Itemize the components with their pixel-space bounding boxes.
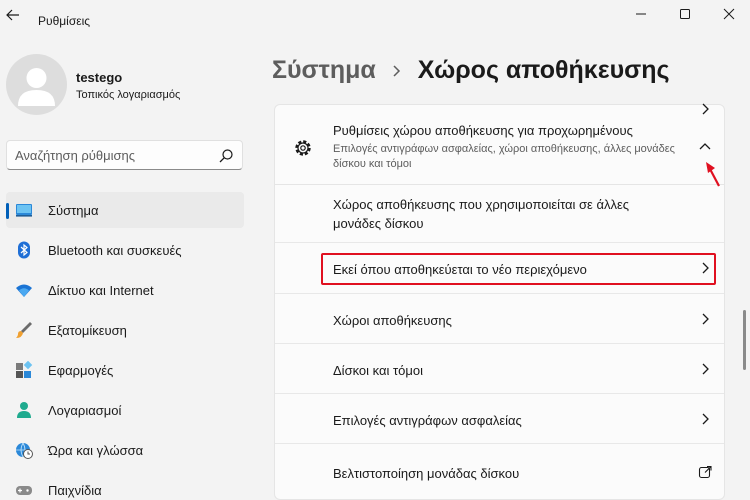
back-button[interactable] xyxy=(0,4,26,26)
close-icon xyxy=(723,8,735,20)
sidebar-item-personalization[interactable]: Εξατομίκευση xyxy=(6,312,244,348)
row-label: Εκεί όπου αποθηκεύεται το νέο περιεχόμεν… xyxy=(333,262,587,277)
sidebar-item-network[interactable]: Δίκτυο και Internet xyxy=(6,272,244,308)
sidebar-item-label: Εξατομίκευση xyxy=(48,323,127,338)
user-profile[interactable]: testego Τοπικός λογαριασμός xyxy=(0,50,260,120)
bluetooth-icon xyxy=(18,241,30,259)
open-external-icon xyxy=(698,465,712,479)
row-other-drives-storage[interactable]: Χώρος αποθήκευσης που χρησιμοποιείται σε… xyxy=(275,103,724,243)
person-silhouette-icon xyxy=(18,68,55,106)
wifi-icon xyxy=(16,284,32,297)
sidebar-item-gaming[interactable]: Παιχνίδια xyxy=(6,472,244,500)
sidebar-item-time-language[interactable]: Ώρα και γλώσσα xyxy=(6,432,244,468)
sidebar-item-label: Παιχνίδια xyxy=(48,483,102,498)
row-storage-spaces[interactable]: Χώροι αποθήκευσης xyxy=(275,294,724,344)
collapse-button[interactable] xyxy=(695,137,715,157)
app-title: Ρυθμίσεις xyxy=(38,14,91,28)
sidebar-nav: Σύστημα Bluetooth και συσκευές Δίκτυο κα… xyxy=(6,192,244,500)
sidebar-item-bluetooth[interactable]: Bluetooth και συσκευές xyxy=(6,232,244,268)
breadcrumb: Σύστημα Χώρος αποθήκευσης xyxy=(272,56,670,90)
advanced-storage-panel: Ρυθμίσεις χώρου αποθήκευσης για προχωρημ… xyxy=(274,103,725,500)
page-title: Χώρος αποθήκευσης xyxy=(417,56,670,84)
title-bar: Ρυθμίσεις xyxy=(0,0,750,30)
chevron-right-icon xyxy=(702,262,709,274)
sidebar-item-label: Σύστημα xyxy=(48,203,99,218)
row-drive-optimization[interactable]: Βελτιστοποίηση μονάδας δίσκου xyxy=(275,444,724,499)
row-label: Βελτιστοποίηση μονάδας δίσκου xyxy=(333,466,520,481)
header-title: Ρυθμίσεις χώρου αποθήκευσης για προχωρημ… xyxy=(333,123,633,138)
chevron-up-icon xyxy=(699,143,711,150)
advanced-storage-header[interactable]: Ρυθμίσεις χώρου αποθήκευσης για προχωρημ… xyxy=(275,105,724,185)
brush-icon xyxy=(16,322,32,338)
gear-icon xyxy=(295,140,311,156)
maximize-button[interactable] xyxy=(668,3,702,25)
row-label: Επιλογές αντιγράφων ασφαλείας xyxy=(333,413,522,428)
row-disks-volumes[interactable]: Δίσκοι και τόμοι xyxy=(275,344,724,394)
maximize-icon xyxy=(680,9,690,19)
chevron-right-icon xyxy=(393,64,400,77)
person-icon xyxy=(17,402,31,418)
chevron-right-icon xyxy=(702,413,709,425)
minimize-icon xyxy=(636,13,646,15)
search-icon[interactable] xyxy=(218,148,234,164)
gamepad-icon xyxy=(16,486,32,495)
sidebar-item-accounts[interactable]: Λογαριασμοί xyxy=(6,392,244,428)
sidebar-item-label: Λογαριασμοί xyxy=(48,403,122,418)
sidebar-item-label: Bluetooth και συσκευές xyxy=(48,243,182,258)
row-label: Χώρος αποθήκευσης που χρησιμοποιείται σε… xyxy=(333,197,630,231)
chevron-right-icon xyxy=(702,313,709,325)
sidebar-item-label: Εφαρμογές xyxy=(48,363,114,378)
active-indicator xyxy=(6,203,9,219)
search-input[interactable] xyxy=(15,147,215,164)
sidebar-item-label: Δίκτυο και Internet xyxy=(48,283,154,298)
user-name: testego xyxy=(76,70,123,85)
sidebar-item-label: Ώρα και γλώσσα xyxy=(48,443,144,458)
scrollbar[interactable] xyxy=(743,310,746,370)
row-new-content-location[interactable]: Εκεί όπου αποθηκεύεται το νέο περιεχόμεν… xyxy=(275,243,724,294)
sidebar-item-apps[interactable]: Εφαρμογές xyxy=(6,352,244,388)
header-subtitle: Επιλογές αντιγράφων ασφαλείας, χώροι απο… xyxy=(333,143,675,170)
chevron-right-icon xyxy=(702,103,709,115)
globe-clock-icon xyxy=(16,442,33,459)
row-backup-options[interactable]: Επιλογές αντιγράφων ασφαλείας xyxy=(275,394,724,444)
system-icon xyxy=(16,204,32,217)
chevron-right-icon xyxy=(702,363,709,375)
row-label: Δίσκοι και τόμοι xyxy=(333,363,423,378)
apps-icon xyxy=(16,361,33,378)
minimize-button[interactable] xyxy=(624,3,658,25)
avatar xyxy=(6,54,67,115)
breadcrumb-parent[interactable]: Σύστημα xyxy=(272,56,376,84)
sidebar-item-system[interactable]: Σύστημα xyxy=(6,192,244,228)
search-box[interactable] xyxy=(6,140,243,170)
row-label: Χώροι αποθήκευσης xyxy=(333,313,452,328)
back-arrow-icon xyxy=(6,9,19,21)
close-button[interactable] xyxy=(712,3,746,25)
account-type: Τοπικός λογαριασμός xyxy=(76,89,181,101)
